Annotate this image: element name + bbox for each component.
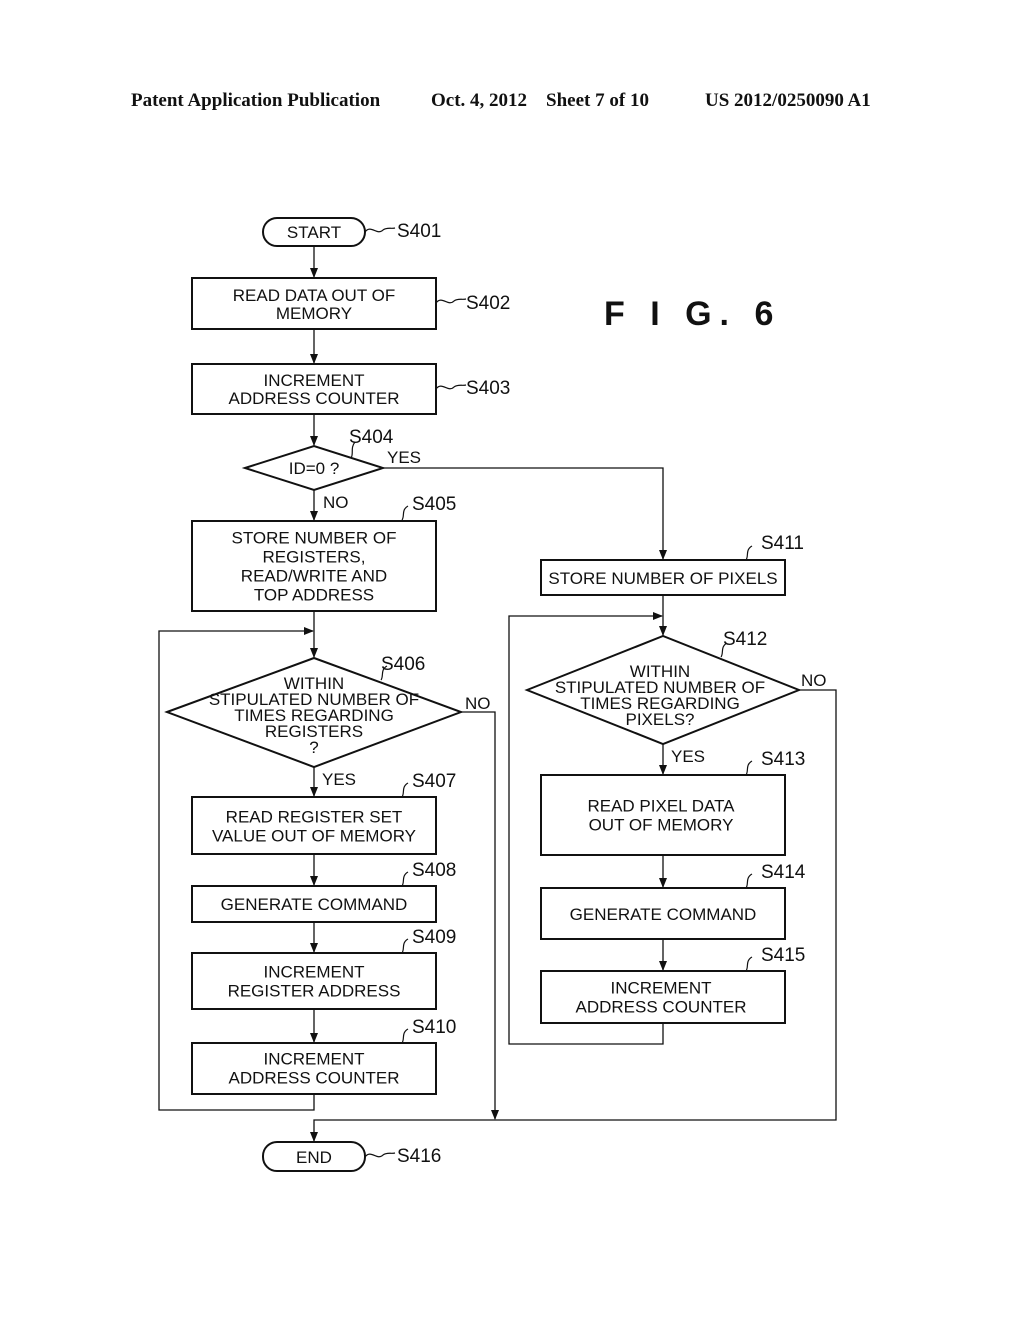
step-text-line: START xyxy=(287,223,341,242)
branch-s406-yes: YES xyxy=(322,770,356,789)
step-text-line: INCREMENT xyxy=(263,371,364,390)
step-text-line: ADDRESS COUNTER xyxy=(576,998,747,1017)
figure-label: F I G. 6 xyxy=(604,295,781,333)
step-text-line: VALUE OUT OF MEMORY xyxy=(212,827,416,846)
step-id-s402: S402 xyxy=(466,293,510,314)
step-text-line: END xyxy=(296,1148,332,1167)
step-text-s414: GENERATE COMMAND xyxy=(570,905,757,924)
step-text-line: ID=0 ? xyxy=(289,459,340,478)
step-id-s409: S409 xyxy=(412,927,456,948)
step-text-s408: GENERATE COMMAND xyxy=(221,895,408,914)
step-text-s404: ID=0 ? xyxy=(289,459,340,478)
step-text-line: INCREMENT xyxy=(610,979,711,998)
step-id-s405: S405 xyxy=(412,494,456,515)
step-text-s413: READ PIXEL DATA OUT OF MEMORY xyxy=(587,797,735,835)
step-text-s411: STORE NUMBER OF PIXELS xyxy=(548,569,777,588)
step-id-s416: S416 xyxy=(397,1146,441,1167)
step-id-s403: S403 xyxy=(466,378,510,399)
step-id-s410: S410 xyxy=(412,1017,456,1038)
step-text-line: STORE NUMBER OF xyxy=(232,529,397,548)
step-id-s401: S401 xyxy=(397,221,441,242)
branch-s406-no: NO xyxy=(465,694,491,713)
step-text-line: GENERATE COMMAND xyxy=(570,905,757,924)
branch-s404-yes: YES xyxy=(387,448,421,467)
step-text-line: ADDRESS COUNTER xyxy=(229,1069,400,1088)
step-text-s416: END xyxy=(296,1148,332,1167)
step-text-s405: STORE NUMBER OF REGISTERS, READ/WRITE AND T… xyxy=(232,529,397,605)
step-text-line: INCREMENT xyxy=(263,963,364,982)
step-text-line: TOP ADDRESS xyxy=(254,586,374,605)
step-id-s415: S415 xyxy=(761,945,805,966)
step-text-line: OUT OF MEMORY xyxy=(589,816,734,835)
arrow-s406-no xyxy=(461,711,499,1120)
step-text-line: GENERATE COMMAND xyxy=(221,895,408,914)
step-text-line: READ PIXEL DATA xyxy=(587,797,735,816)
step-text-line: INCREMENT xyxy=(263,1050,364,1069)
step-id-s411: S411 xyxy=(761,533,804,554)
step-text-line: REGISTER ADDRESS xyxy=(228,982,401,1001)
step-id-s407: S407 xyxy=(412,771,456,792)
step-id-s406: S406 xyxy=(381,654,425,675)
branch-s412-no: NO xyxy=(801,671,827,690)
branch-s404-no: NO xyxy=(323,493,349,512)
step-text-line: REGISTERS, xyxy=(263,548,366,567)
step-id-s413: S413 xyxy=(761,749,805,770)
step-text-line: MEMORY xyxy=(276,304,352,323)
branch-s412-yes: YES xyxy=(671,747,705,766)
step-text-s401: START xyxy=(287,223,341,242)
step-text-line: READ DATA OUT OF xyxy=(233,286,395,305)
step-text-line: PIXELS? xyxy=(626,710,695,729)
step-text-s407: READ REGISTER SET VALUE OUT OF MEMORY xyxy=(212,808,416,846)
step-text-line: ? xyxy=(309,738,318,757)
step-text-line: READ REGISTER SET xyxy=(226,808,403,827)
step-id-s404: S404 xyxy=(349,427,394,448)
step-id-s408: S408 xyxy=(412,860,456,881)
step-text-line: STORE NUMBER OF PIXELS xyxy=(548,569,777,588)
step-text-line: READ/WRITE AND xyxy=(241,567,387,586)
flowchart: F I G. 6 S401 S402 S403 S404 S405 S406 S… xyxy=(158,217,837,1172)
step-id-s414: S414 xyxy=(761,862,806,883)
step-text-line: ADDRESS COUNTER xyxy=(229,389,400,408)
step-id-s412: S412 xyxy=(723,629,767,650)
